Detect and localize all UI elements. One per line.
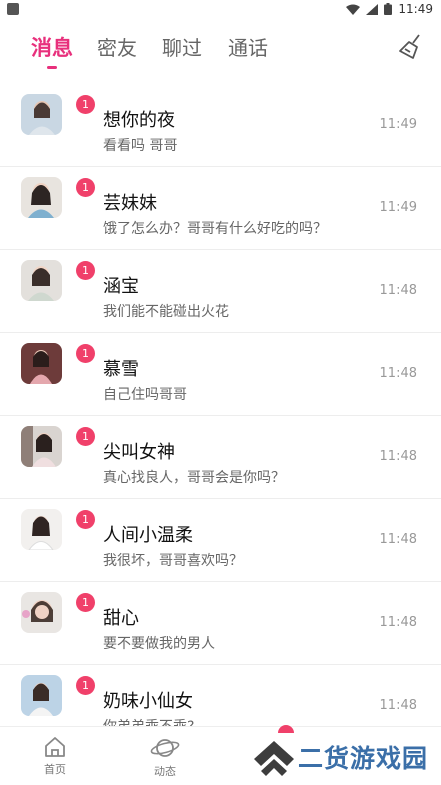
- watermark-logo: 二货游戏园: [252, 737, 438, 781]
- contact-name: 涵宝: [103, 276, 139, 297]
- message-time: 11:48: [379, 532, 417, 547]
- message-preview: 看看吗 哥哥: [103, 138, 178, 154]
- contact-name: 奶味小仙女: [103, 691, 193, 712]
- nav-home[interactable]: 首页: [25, 735, 85, 777]
- message-time: 11:49: [379, 117, 417, 132]
- avatar[interactable]: [21, 509, 62, 550]
- avatar[interactable]: [21, 675, 62, 716]
- notification-icon: [7, 3, 19, 15]
- contact-name: 芸妹妹: [103, 193, 157, 214]
- signal-icon: [366, 3, 379, 15]
- message-time: 11:48: [379, 283, 417, 298]
- message-preview: 要不要做我的男人: [103, 636, 215, 652]
- conversation-list: 1 想你的夜 看看吗 哥哥 11:49 1 芸妹妹 饿了怎么办？哥哥有什么好吃的…: [0, 84, 441, 747]
- avatar[interactable]: [21, 343, 62, 384]
- contact-name: 想你的夜: [103, 110, 175, 131]
- battery-icon: [384, 3, 393, 15]
- avatar[interactable]: [21, 94, 62, 135]
- planet-icon: [150, 739, 180, 757]
- nav-home-label: 首页: [44, 763, 66, 776]
- avatar[interactable]: [21, 592, 62, 633]
- conversation-row[interactable]: 1 尖叫女神 真心找良人，哥哥会是你吗？ 11:48: [0, 416, 441, 499]
- avatar[interactable]: [21, 177, 62, 218]
- contact-name: 甜心: [103, 608, 139, 629]
- status-time: 11:49: [398, 2, 433, 16]
- message-preview: 自己住吗哥哥: [103, 387, 187, 403]
- contact-name: 慕雪: [103, 359, 139, 380]
- tab-close-friends[interactable]: 密友: [97, 32, 137, 61]
- home-icon: [45, 737, 65, 757]
- message-time: 11:48: [379, 449, 417, 464]
- message-preview: 我们能不能碰出火花: [103, 304, 229, 320]
- nav-moments-label: 动态: [154, 765, 176, 778]
- wifi-icon: [346, 4, 361, 15]
- message-preview: 真心找良人，哥哥会是你吗？: [103, 470, 285, 486]
- bottom-navigation: 首页 动态 二货游戏园: [0, 725, 441, 785]
- status-bar: 11:49: [0, 0, 441, 20]
- nav-moments[interactable]: 动态: [135, 735, 195, 779]
- message-time: 11:48: [379, 698, 417, 713]
- tab-chatted[interactable]: 聊过: [162, 32, 202, 61]
- notification-dot: [278, 725, 294, 733]
- active-tab-indicator: [47, 66, 57, 69]
- clear-broom-icon[interactable]: [397, 32, 427, 62]
- message-time: 11:48: [379, 366, 417, 381]
- contact-name: 人间小温柔: [103, 525, 193, 546]
- avatar[interactable]: [21, 426, 62, 467]
- message-preview: 饿了怎么办？哥哥有什么好吃的吗？: [103, 221, 327, 237]
- message-time: 11:49: [379, 200, 417, 215]
- conversation-row[interactable]: 1 人间小温柔 我很坏，哥哥喜欢吗？ 11:48: [0, 499, 441, 582]
- unread-badge: 1: [76, 510, 95, 529]
- tab-messages[interactable]: 消息: [31, 32, 73, 62]
- conversation-row[interactable]: 1 想你的夜 看看吗 哥哥 11:49: [0, 84, 441, 167]
- unread-badge: 1: [76, 593, 95, 612]
- message-preview: 我很坏，哥哥喜欢吗？: [103, 553, 243, 569]
- unread-badge: 1: [76, 95, 95, 114]
- tab-calls[interactable]: 通话: [228, 32, 268, 61]
- contact-name: 尖叫女神: [103, 442, 175, 463]
- top-tabs: 消息 密友 聊过 通话: [0, 28, 441, 72]
- unread-badge: 1: [76, 178, 95, 197]
- unread-badge: 1: [76, 344, 95, 363]
- avatar[interactable]: [21, 260, 62, 301]
- watermark-text: 二货游戏园: [298, 744, 429, 773]
- conversation-row[interactable]: 1 甜心 要不要做我的男人 11:48: [0, 582, 441, 665]
- chevron-logo-icon: [254, 741, 294, 776]
- unread-badge: 1: [76, 676, 95, 695]
- conversation-row[interactable]: 1 芸妹妹 饿了怎么办？哥哥有什么好吃的吗？ 11:49: [0, 167, 441, 250]
- unread-badge: 1: [76, 427, 95, 446]
- conversation-row[interactable]: 1 慕雪 自己住吗哥哥 11:48: [0, 333, 441, 416]
- message-time: 11:48: [379, 615, 417, 630]
- conversation-row[interactable]: 1 涵宝 我们能不能碰出火花 11:48: [0, 250, 441, 333]
- unread-badge: 1: [76, 261, 95, 280]
